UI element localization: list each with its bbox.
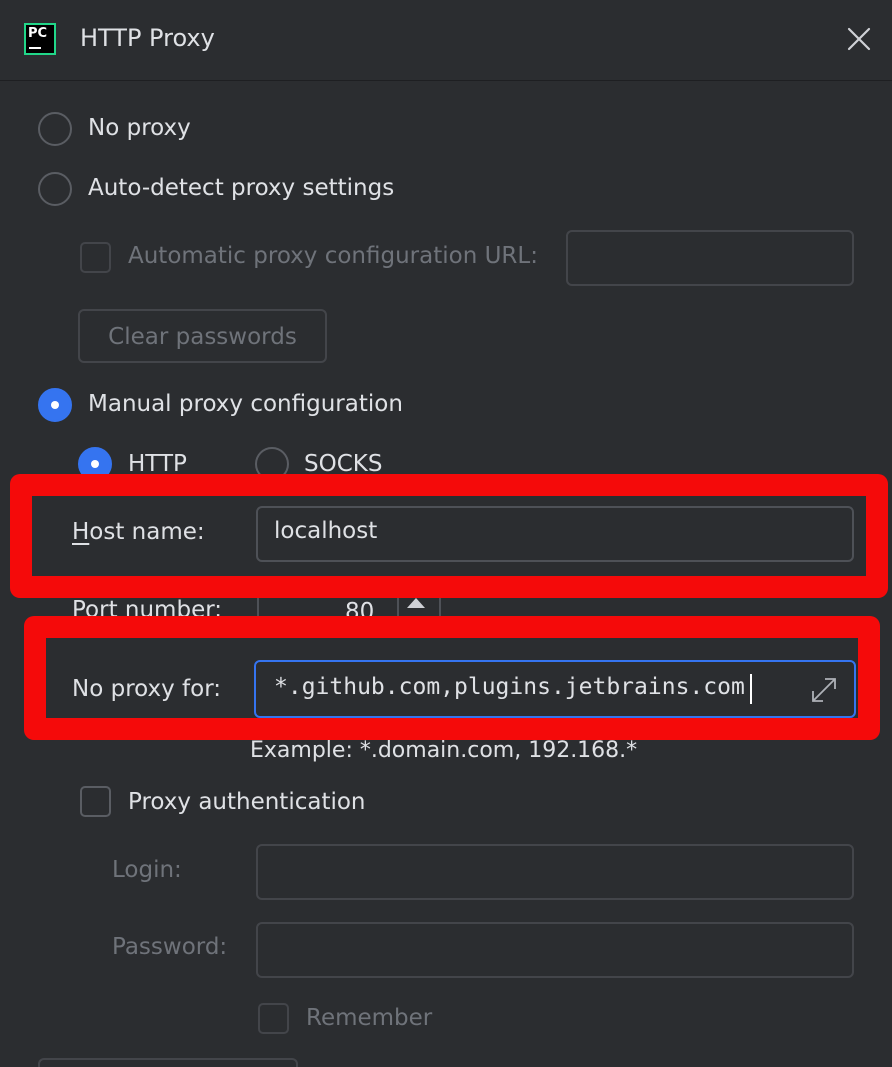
login-input[interactable]: [256, 844, 854, 900]
proxy-auth-label[interactable]: Proxy authentication: [128, 789, 366, 815]
spinner-arrow-icon[interactable]: [405, 596, 427, 610]
host-name-highlight: [10, 474, 888, 598]
remember-checkbox[interactable]: [258, 1003, 289, 1034]
auto-config-url-input[interactable]: [566, 230, 854, 286]
auto-config-url-checkbox[interactable]: [80, 242, 111, 273]
password-label: Password:: [112, 934, 228, 960]
pycharm-logo-icon: PC: [24, 23, 56, 55]
manual-proxy-label[interactable]: Manual proxy configuration: [88, 391, 403, 417]
login-label: Login:: [112, 857, 182, 883]
http-proxy-dialog: PC HTTP Proxy No proxy Auto-detect proxy…: [0, 0, 892, 1067]
close-icon: [847, 27, 871, 51]
dialog-title: HTTP Proxy: [80, 24, 215, 52]
clear-passwords-button[interactable]: Clear passwords: [78, 309, 327, 363]
example-hint: Example: *.domain.com, 192.168.*: [250, 738, 638, 763]
logo-bar: [29, 47, 41, 49]
no-proxy-label[interactable]: No proxy: [88, 115, 191, 141]
remember-label: Remember: [306, 1005, 433, 1031]
no-proxy-radio[interactable]: [38, 112, 72, 146]
close-button[interactable]: [842, 22, 876, 56]
no-proxy-for-highlight: [24, 616, 880, 740]
password-input[interactable]: [256, 922, 854, 978]
auto-detect-label[interactable]: Auto-detect proxy settings: [88, 175, 394, 201]
auto-detect-radio[interactable]: [38, 172, 72, 206]
proxy-auth-checkbox[interactable]: [80, 786, 111, 817]
manual-proxy-radio[interactable]: [38, 388, 72, 422]
auto-config-url-label: Automatic proxy configuration URL:: [128, 243, 538, 269]
title-bar: PC HTTP Proxy: [0, 0, 892, 81]
bottom-button[interactable]: [38, 1058, 298, 1067]
logo-text: PC: [28, 26, 48, 41]
